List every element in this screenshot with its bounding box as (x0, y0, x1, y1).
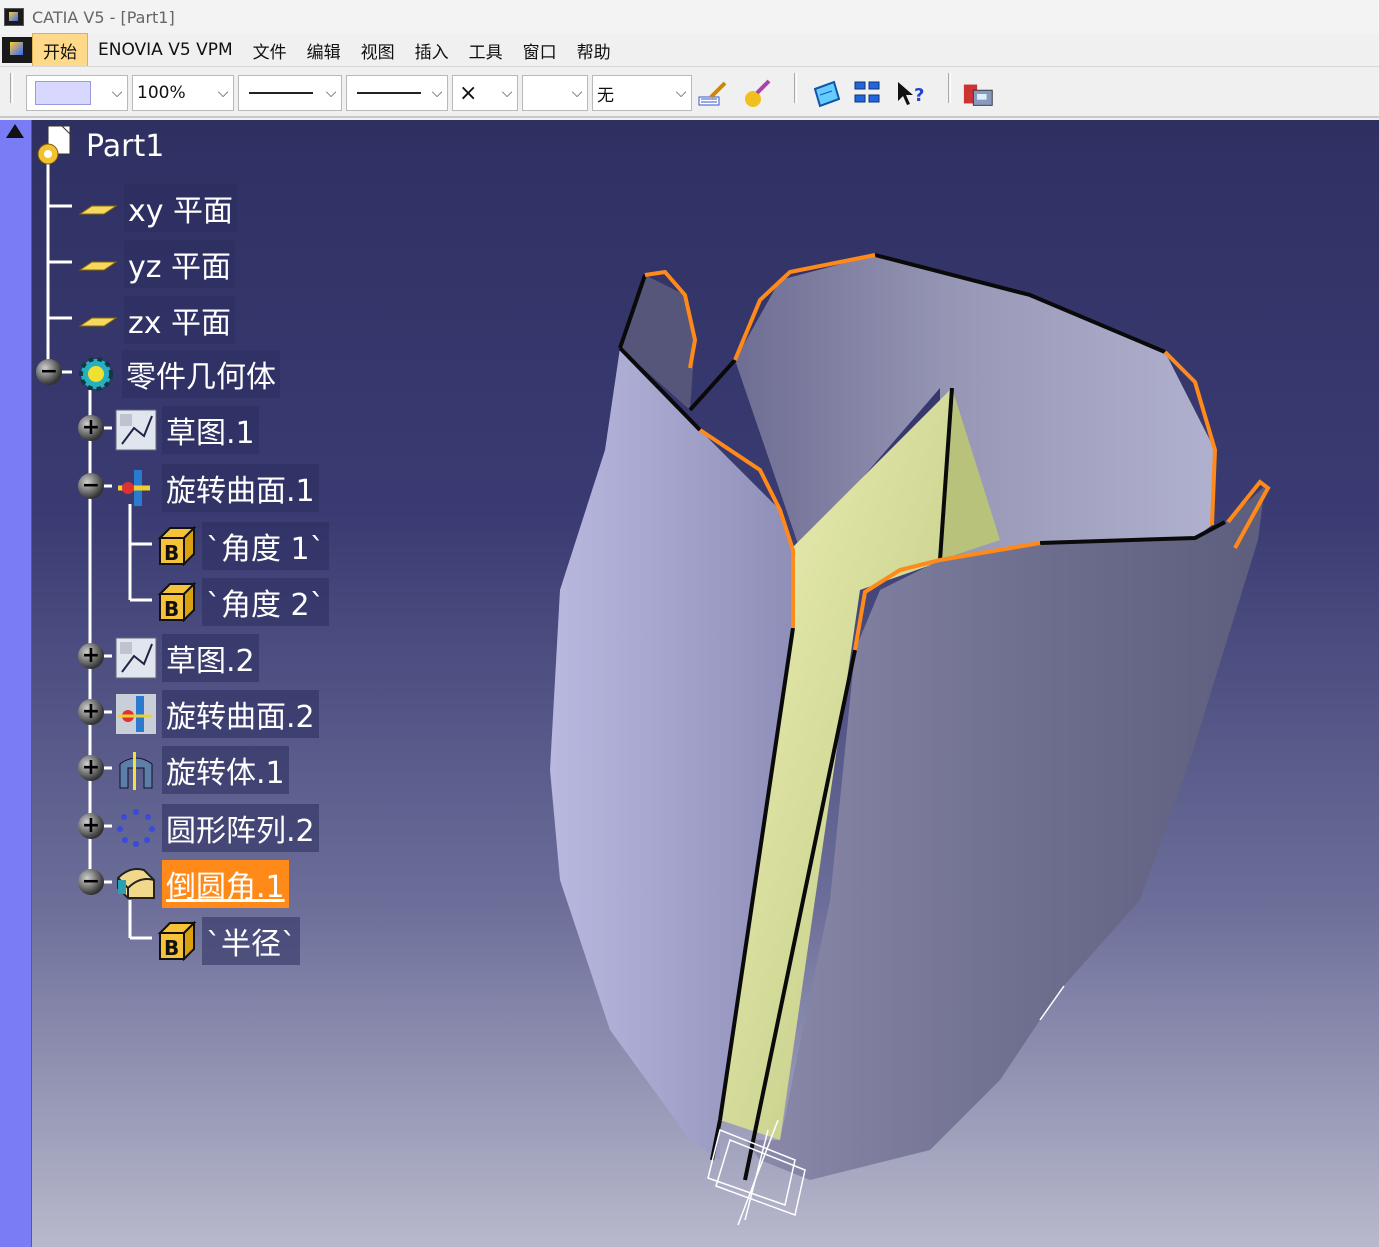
toolbar-grip[interactable] (794, 73, 797, 103)
tree-node-angle-1[interactable]: B `角度 1` (154, 522, 329, 570)
catia-menu-icon[interactable] (2, 37, 32, 63)
catalog-icon[interactable] (962, 77, 996, 111)
3d-viewport[interactable]: Part1 xy 平面 yz 平面 zx 平面 − 零件几何体 + 草图.1 − (0, 120, 1379, 1247)
graphic-properties-toolbar: ⌵ 100% ⌵ ⌵ ⌵ × ⌵ ⌵ 无 ⌵ ? (0, 66, 1379, 118)
layer-combo[interactable]: 无 ⌵ (592, 75, 692, 111)
tree-label: yz 平面 (124, 240, 236, 288)
tree-node-yz-plane[interactable]: yz 平面 (76, 240, 236, 288)
plane-icon (76, 186, 120, 230)
render-style-combo[interactable]: ⌵ (522, 75, 588, 111)
sketch-icon (114, 636, 158, 680)
hide-show-icon[interactable] (852, 77, 886, 111)
tree-label: 草图.2 (162, 634, 259, 682)
tree-node-sketch-1[interactable]: 草图.1 (114, 406, 259, 454)
chevron-down-icon: ⌵ (217, 85, 229, 101)
menu-view[interactable]: 视图 (351, 34, 405, 67)
revolve-surface-icon (114, 692, 158, 736)
edge-fillet-icon (114, 862, 158, 906)
plane-icon (76, 298, 120, 342)
circular-pattern-icon (114, 806, 158, 850)
tree-label: zx 平面 (124, 296, 236, 344)
menu-enovia[interactable]: ENOVIA V5 VPM (88, 36, 243, 64)
tree-label: `角度 2` (202, 578, 329, 626)
window-title: CATIA V5 - [Part1] (32, 7, 175, 27)
expand-toggle[interactable]: + (78, 813, 104, 839)
expand-toggle[interactable]: + (78, 643, 104, 669)
tree-label-selected: 倒圆角.1 (162, 860, 289, 908)
menu-bar: 开始 ENOVIA V5 VPM 文件 编辑 视图 插入 工具 窗口 帮助 (0, 32, 1379, 68)
tree-node-angle-2[interactable]: B `角度 2` (154, 578, 329, 626)
chevron-down-icon: ⌵ (325, 85, 337, 101)
title-bar: CATIA V5 - [Part1] (0, 0, 1379, 34)
menu-help[interactable]: 帮助 (567, 34, 621, 67)
sketch-icon (114, 408, 158, 452)
svg-text:B: B (164, 541, 179, 565)
chevron-down-icon: ⌵ (111, 85, 123, 101)
tree-node-root[interactable]: Part1 (34, 124, 168, 168)
linetype-combo[interactable]: ⌵ (238, 75, 342, 111)
color-swatch (35, 81, 91, 105)
tree-label: `半径` (202, 917, 300, 965)
collapse-toggle[interactable]: − (78, 473, 104, 499)
tree-label: 零件几何体 (122, 350, 280, 398)
menu-file[interactable]: 文件 (243, 34, 297, 67)
tree-node-circular-pattern-2[interactable]: 圆形阵列.2 (114, 804, 319, 852)
part-document-icon (34, 124, 78, 168)
linewidth-combo[interactable]: ⌵ (346, 75, 448, 111)
tree-label: xy 平面 (124, 184, 238, 232)
brush-icon[interactable] (696, 77, 730, 111)
toolbar-grip[interactable] (10, 73, 13, 103)
parameter-icon: B (154, 524, 198, 568)
line-sample (249, 92, 313, 94)
catia-app-icon (4, 8, 24, 26)
chevron-down-icon: ⌵ (571, 85, 583, 101)
tree-label: 旋转曲面.1 (162, 464, 319, 512)
collapse-toggle[interactable]: − (36, 359, 62, 385)
shaft-icon (114, 748, 158, 792)
menu-window[interactable]: 窗口 (513, 34, 567, 67)
tree-node-partbody[interactable]: 零件几何体 (74, 350, 280, 398)
tree-label: Part1 (86, 128, 165, 164)
menu-tools[interactable]: 工具 (459, 34, 513, 67)
tree-node-shaft-1[interactable]: 旋转体.1 (114, 746, 289, 794)
tree-node-revolve-surface-2[interactable]: 旋转曲面.2 (114, 690, 319, 738)
tree-node-zx-plane[interactable]: zx 平面 (76, 296, 236, 344)
svg-text:B: B (164, 597, 179, 621)
point-symbol-combo[interactable]: × ⌵ (452, 75, 518, 111)
expand-toggle[interactable]: + (78, 415, 104, 441)
tree-label: 草图.1 (162, 406, 259, 454)
tree-label: 圆形阵列.2 (162, 804, 319, 852)
line-sample (357, 92, 421, 94)
tree-label: 旋转曲面.2 (162, 690, 319, 738)
whats-this-icon[interactable]: ? (894, 77, 928, 111)
tree-node-radius[interactable]: B `半径` (154, 917, 300, 965)
color-combo[interactable]: ⌵ (26, 75, 128, 111)
tree-node-fillet-1[interactable]: 倒圆角.1 (114, 860, 289, 908)
svg-text:?: ? (914, 85, 924, 106)
tree-label: 旋转体.1 (162, 746, 289, 794)
chevron-down-icon: ⌵ (431, 85, 443, 101)
toolbar-grip[interactable] (948, 73, 951, 103)
parameter-icon: B (154, 919, 198, 963)
transparency-combo[interactable]: 100% ⌵ (132, 75, 234, 111)
chevron-down-icon: ⌵ (501, 85, 513, 101)
swap-visible-space-icon[interactable] (810, 77, 844, 111)
collapse-toggle[interactable]: − (78, 869, 104, 895)
revolve-surface-icon (114, 466, 158, 510)
chevron-down-icon: ⌵ (675, 85, 687, 101)
tree-label: `角度 1` (202, 522, 329, 570)
menu-start[interactable]: 开始 (32, 32, 88, 68)
paint-icon[interactable] (740, 77, 774, 111)
expand-toggle[interactable]: + (78, 699, 104, 725)
body-gear-icon (74, 352, 118, 396)
expand-toggle[interactable]: + (78, 755, 104, 781)
tree-node-xy-plane[interactable]: xy 平面 (76, 184, 238, 232)
parameter-icon: B (154, 580, 198, 624)
plane-icon (76, 242, 120, 286)
tree-node-sketch-2[interactable]: 草图.2 (114, 634, 259, 682)
menu-edit[interactable]: 编辑 (297, 34, 351, 67)
menu-insert[interactable]: 插入 (405, 34, 459, 67)
tree-node-revolve-surface-1[interactable]: 旋转曲面.1 (114, 464, 319, 512)
svg-text:B: B (164, 936, 179, 960)
